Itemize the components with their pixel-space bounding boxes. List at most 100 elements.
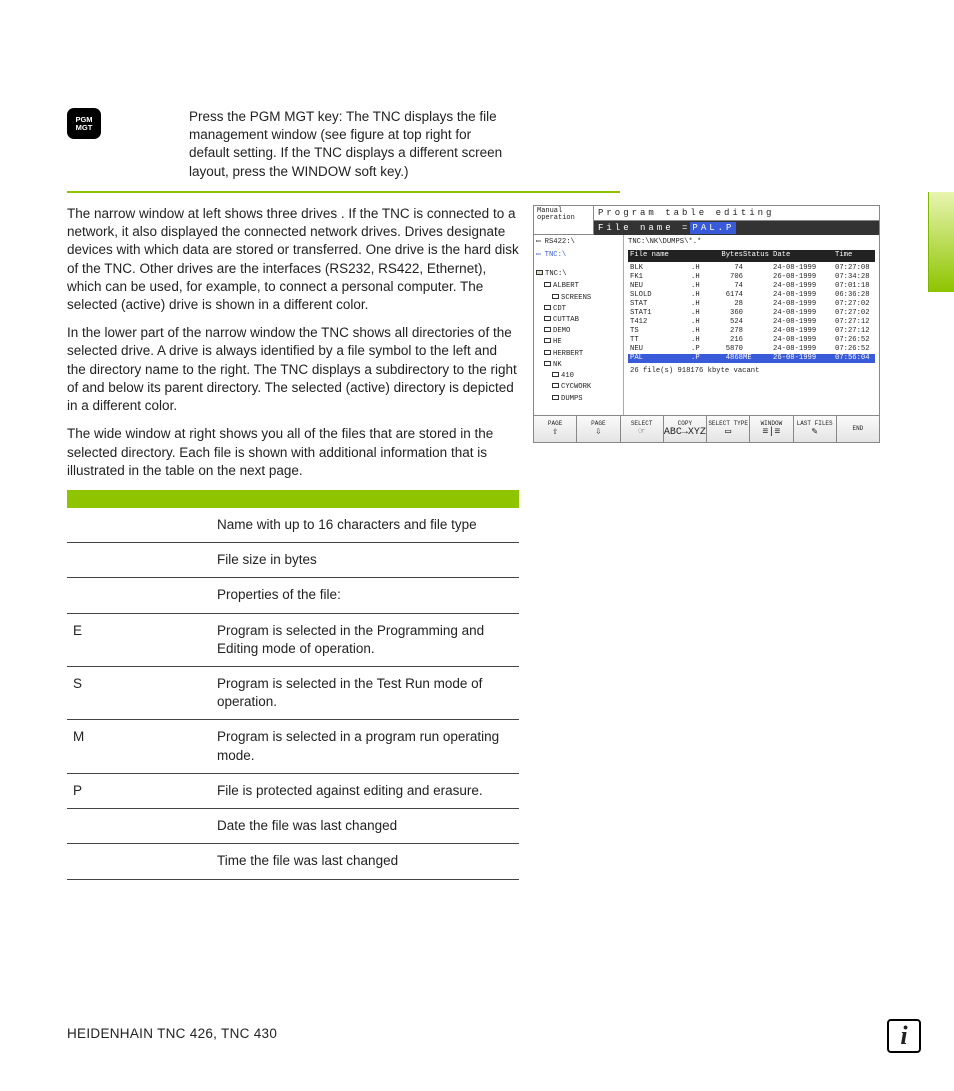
para-files: The wide window at right shows you all o… <box>67 425 519 480</box>
table-value: Program is selected in a program run ope… <box>217 720 519 773</box>
ss-softkey[interactable]: COPYABC→XYZ <box>664 416 707 442</box>
ss-softkey[interactable]: LAST FILES✎ <box>794 416 837 442</box>
table-key: M <box>67 720 217 773</box>
page-footer: HEIDENHAIN TNC 426, TNC 430 <box>67 1025 277 1043</box>
table-value: Name with up to 16 characters and file t… <box>217 508 519 543</box>
ss-file-row: STAT1.H36024-08-199907:27:02 <box>628 309 875 318</box>
para-pgmmgt: Press the PGM MGT key: The TNC displays … <box>189 108 509 181</box>
ss-file-row: SLOLD.H617424-08-199906:36:28 <box>628 291 875 300</box>
ss-col-header: Date <box>773 251 835 261</box>
ss-tree-dir: NK <box>544 361 621 371</box>
info-icon <box>887 1019 921 1053</box>
table-key <box>67 578 217 613</box>
tnc-screenshot: Manual operation Program table editing F… <box>533 205 880 443</box>
ss-file-list: TNC:\NK\DUMPS\*.* File name BytesStatusDa… <box>624 235 879 415</box>
table-row: SProgram is selected in the Test Run mod… <box>67 667 519 720</box>
ss-filename-bar: File name =PAL.P <box>594 221 879 235</box>
ss-softkey-icon: ≡|≡ <box>762 428 780 438</box>
ss-tree-dir: ALBERT <box>544 282 621 292</box>
para-dirs: In the lower part of the narrow window t… <box>67 324 519 415</box>
ss-col-header <box>691 251 715 261</box>
ss-softkey-icon: ⇩ <box>595 428 601 438</box>
table-key <box>67 844 217 879</box>
table-key <box>67 543 217 578</box>
table-key <box>67 508 217 543</box>
ss-file-row: TS.H27824-08-199907:27:12 <box>628 327 875 336</box>
ss-softkey[interactable]: PAGE⇩ <box>577 416 620 442</box>
ss-softkey-label: SELECT TYPE <box>708 421 748 427</box>
ss-tree-dir: CYCWORK <box>552 383 621 393</box>
ss-file-row: FK1.H70626-08-199907:34:28 <box>628 273 875 282</box>
ss-tree-dir: DUMPS <box>552 395 621 405</box>
table-row: Properties of the file: <box>67 578 519 613</box>
table-value: Program is selected in the Programming a… <box>217 613 519 666</box>
table-value: Date the file was last changed <box>217 809 519 844</box>
ss-file-header: File name BytesStatusDateTime <box>628 250 875 262</box>
pgm-mgt-key-icon: PGM MGT <box>67 108 101 139</box>
ss-title: Program table editing <box>594 206 879 221</box>
ss-softkey[interactable]: PAGE⇧ <box>534 416 577 442</box>
ss-softkey-icon: ▭ <box>725 428 731 438</box>
ss-softkey-row: PAGE⇧PAGE⇩SELECT☞COPYABC→XYZSELECT TYPE▭… <box>534 415 879 442</box>
ss-softkey-label: COPY <box>678 421 692 427</box>
ss-tree-dir: DEMO <box>544 327 621 337</box>
ss-softkey-icon: ABC→XYZ <box>664 428 706 438</box>
table-value: File size in bytes <box>217 543 519 578</box>
ss-col-header: File name <box>630 251 691 261</box>
ss-softkey[interactable]: WINDOW≡|≡ <box>750 416 793 442</box>
ss-file-row: NEU.P587024-08-199907:26:52 <box>628 345 875 354</box>
ss-tree-dir: CDT <box>544 305 621 315</box>
green-divider <box>67 191 620 193</box>
table-row: MProgram is selected in a program run op… <box>67 720 519 773</box>
ss-file-row: PAL.P4868ME26-08-199907:56:04 <box>628 354 875 363</box>
ss-softkey-label: SELECT <box>631 421 653 427</box>
ss-tree-root: TNC:\ <box>536 270 621 280</box>
ss-file-row: BLK.H7424-08-199907:27:08 <box>628 264 875 273</box>
ss-softkey-label: END <box>852 426 863 432</box>
table-key <box>67 809 217 844</box>
ss-path: TNC:\NK\DUMPS\*.* <box>628 238 875 248</box>
ss-mode: Manual operation <box>534 206 594 235</box>
ss-softkey-label: LAST FILES <box>797 421 833 427</box>
table-value: Program is selected in the Test Run mode… <box>217 667 519 720</box>
table-row: PFile is protected against editing and e… <box>67 773 519 808</box>
ss-col-header: Time <box>835 251 873 261</box>
table-key: P <box>67 773 217 808</box>
ss-softkey-icon: ✎ <box>812 428 818 438</box>
ss-file-value: PAL.P <box>690 222 736 234</box>
ss-softkey-label: PAGE <box>591 421 605 427</box>
ss-drive: ▭ RS422:\ <box>536 238 621 248</box>
ss-drive: ▭ TNC:\ <box>536 251 621 261</box>
ss-col-header: Bytes <box>715 251 743 261</box>
table-row: Name with up to 16 characters and file t… <box>67 508 519 543</box>
ss-softkey-icon: ⇧ <box>552 428 558 438</box>
ss-tree-dir: HE <box>544 338 621 348</box>
table-row: File size in bytes <box>67 543 519 578</box>
ss-softkey[interactable]: END <box>837 416 879 442</box>
ss-softkey-label: WINDOW <box>761 421 783 427</box>
ss-tree-dir: HERBERT <box>544 350 621 360</box>
ss-drive-tree: ▭ RS422:\ ▭ TNC:\ TNC:\ ALBERT SCREENSCDTCUT… <box>534 235 624 415</box>
ss-softkey[interactable]: SELECT TYPE▭ <box>707 416 750 442</box>
ss-file-row: NEU.H7424-08-199907:01:18 <box>628 282 875 291</box>
ss-status-line: 26 file(s) 918176 kbyte vacant <box>628 367 875 377</box>
table-value: Time the file was last changed <box>217 844 519 879</box>
ss-file-row: TT.H21624-08-199907:26:52 <box>628 336 875 345</box>
ss-softkey-icon: ☞ <box>639 428 645 438</box>
ss-tree-dir: SCREENS <box>552 294 621 304</box>
table-row: Date the file was last changed <box>67 809 519 844</box>
ss-tree-dir: 410 <box>552 372 621 382</box>
pgm-mgt-key-label: PGM MGT <box>67 116 101 132</box>
ss-softkey[interactable]: SELECT☞ <box>621 416 664 442</box>
table-key: S <box>67 667 217 720</box>
ss-col-header: Status <box>743 251 773 261</box>
ss-softkey-label: PAGE <box>548 421 562 427</box>
table-row: Time the file was last changed <box>67 844 519 879</box>
ss-file-row: T412.H52424-08-199907:27:12 <box>628 318 875 327</box>
ss-tree-dir: CUTTAB <box>544 316 621 326</box>
table-key: E <box>67 613 217 666</box>
ss-file-row: STAT.H2824-08-199907:27:02 <box>628 300 875 309</box>
para-drives: The narrow window at left shows three dr… <box>67 205 519 314</box>
table-row: EProgram is selected in the Programming … <box>67 613 519 666</box>
table-value: Properties of the file: <box>217 578 519 613</box>
